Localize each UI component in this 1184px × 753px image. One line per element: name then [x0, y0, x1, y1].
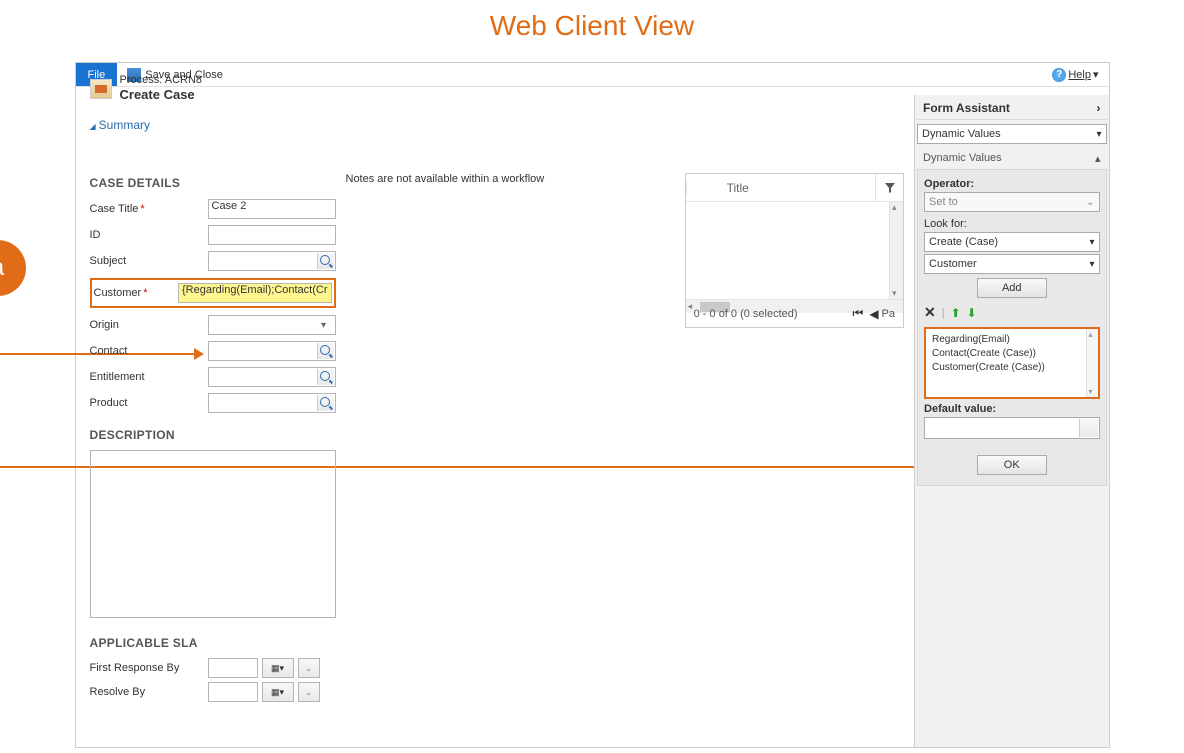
- remove-icon[interactable]: ✕: [924, 304, 936, 321]
- calendar-icon[interactable]: ▦▾: [262, 682, 294, 702]
- description-textarea[interactable]: [90, 450, 336, 618]
- customer-input[interactable]: {Regarding(Email);Contact(Cr: [178, 283, 332, 303]
- pager-text: 0 - 0 of 0 (0 selected): [694, 308, 798, 320]
- customer-label: Customer*: [94, 287, 179, 299]
- top-bar: File Save and Close ? Help ▾: [76, 63, 1109, 87]
- dynamic-values-select[interactable]: Dynamic Values: [917, 124, 1106, 144]
- first-response-date-input[interactable]: [208, 658, 258, 678]
- operator-select[interactable]: Set to: [924, 192, 1099, 212]
- case-title-label: Case Title*: [90, 203, 208, 215]
- entitlement-label: Entitlement: [90, 371, 208, 383]
- collapse-up-icon[interactable]: ▴: [1095, 152, 1101, 165]
- look-for-label: Look for:: [924, 218, 1099, 230]
- resolve-by-label: Resolve By: [90, 686, 208, 698]
- look-for-entity-select[interactable]: Create (Case): [924, 232, 1099, 252]
- contact-label: Contact: [90, 345, 208, 357]
- subject-lookup[interactable]: [208, 251, 336, 271]
- prev-page-icon[interactable]: ◀: [866, 307, 881, 321]
- first-page-icon[interactable]: ⏮: [850, 306, 867, 321]
- separator: |: [942, 307, 945, 319]
- move-down-icon[interactable]: ⬇: [967, 306, 977, 320]
- case-title-input[interactable]: Case 2: [208, 199, 336, 219]
- form-assistant-title: Form Assistant: [923, 101, 1010, 115]
- filter-icon[interactable]: [875, 174, 903, 202]
- contact-lookup[interactable]: [208, 341, 336, 361]
- case-details-column: CASE DETAILS Case Title* Case 2 ID Subje…: [76, 95, 336, 747]
- subject-label: Subject: [90, 255, 208, 267]
- default-value-lookup[interactable]: [924, 417, 1099, 439]
- subgrid-column: Title 0 - 0 of 0 (0 selected) ⏮ ◀ Pa: [675, 95, 914, 747]
- help-icon: ?: [1052, 68, 1066, 82]
- page-label: Pa: [882, 308, 895, 320]
- notes-unavailable-text: Notes are not available within a workflo…: [346, 173, 665, 185]
- lookup-icon: [320, 345, 332, 357]
- look-for-attribute-select[interactable]: Customer: [924, 254, 1099, 274]
- app-frame: a File Save and Close ? Help ▾ Process: …: [75, 62, 1110, 748]
- origin-label: Origin: [90, 319, 208, 331]
- case-details-title: CASE DETAILS: [90, 176, 336, 190]
- origin-select[interactable]: [208, 315, 336, 335]
- resolve-by-time-input[interactable]: ⌄: [298, 682, 320, 702]
- subgrid-title-column[interactable]: Title: [686, 181, 875, 195]
- first-response-time-input[interactable]: ⌄: [298, 658, 320, 678]
- product-label: Product: [90, 397, 208, 409]
- id-input[interactable]: [208, 225, 336, 245]
- ok-button[interactable]: OK: [977, 455, 1047, 475]
- move-up-icon[interactable]: ⬆: [951, 306, 961, 320]
- lookup-icon: [320, 397, 332, 409]
- page-title: Web Client View: [0, 0, 1184, 62]
- vertical-scrollbar[interactable]: [1086, 329, 1098, 397]
- description-title: DESCRIPTION: [90, 428, 336, 442]
- add-button[interactable]: Add: [977, 278, 1047, 298]
- first-response-label: First Response By: [90, 662, 208, 674]
- vertical-scrollbar[interactable]: [889, 202, 903, 299]
- process-label: Process: ACRN8: [120, 73, 203, 87]
- calendar-icon[interactable]: ▦▾: [262, 658, 294, 678]
- sla-title: APPLICABLE SLA: [90, 636, 336, 650]
- form-assistant-panel: Form Assistant › Dynamic Values Dynamic …: [914, 95, 1108, 747]
- lookup-icon: [320, 371, 332, 383]
- dynamic-values-list[interactable]: Regarding(Email) Contact(Create (Case)) …: [924, 327, 1099, 399]
- collapse-icon[interactable]: ›: [1097, 101, 1101, 115]
- resolve-by-date-input[interactable]: [208, 682, 258, 702]
- lookup-icon: [320, 255, 332, 267]
- list-item[interactable]: Customer(Create (Case)): [932, 361, 1091, 375]
- annotation-badge: a: [0, 240, 26, 296]
- list-item[interactable]: Regarding(Email): [932, 333, 1091, 347]
- default-value-label: Default value:: [924, 403, 1099, 415]
- notes-column: Notes are not available within a workflo…: [336, 95, 675, 747]
- list-item[interactable]: Contact(Create (Case)): [932, 347, 1091, 361]
- chevron-down-icon: ▾: [1093, 68, 1099, 81]
- help-button[interactable]: ? Help ▾: [1042, 68, 1108, 82]
- subgrid-panel: Title 0 - 0 of 0 (0 selected) ⏮ ◀ Pa: [685, 173, 904, 328]
- help-label: Help: [1068, 69, 1091, 81]
- customer-highlight: Customer* {Regarding(Email);Contact(Cr: [90, 278, 336, 308]
- dynamic-values-subtitle: Dynamic Values: [923, 152, 1002, 165]
- entitlement-lookup[interactable]: [208, 367, 336, 387]
- operator-label: Operator:: [924, 178, 1099, 190]
- id-label: ID: [90, 229, 208, 241]
- product-lookup[interactable]: [208, 393, 336, 413]
- lookup-icon: [1083, 422, 1095, 434]
